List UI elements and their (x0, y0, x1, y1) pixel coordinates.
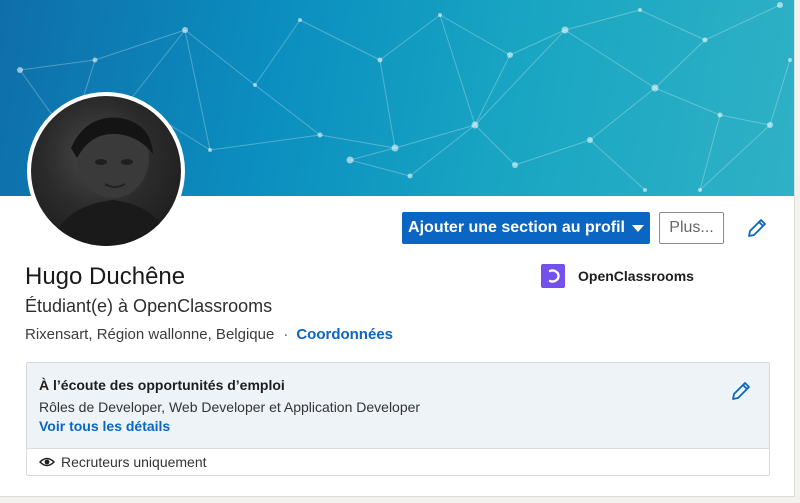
openclassrooms-logo-icon (548, 269, 560, 283)
open-to-work-card: À l’écoute des opportunités d’emploi Rôl… (26, 362, 770, 476)
profile-headline: Étudiant(e) à OpenClassrooms (25, 296, 273, 316)
divider (27, 448, 769, 449)
contact-info-link[interactable]: Coordonnées (296, 326, 393, 343)
profile-name: Hugo Duchêne (25, 263, 186, 290)
visibility-row: Recruteurs uniquement (39, 454, 207, 470)
add-profile-section-button[interactable]: Ajouter une section au profil (402, 212, 650, 244)
pencil-icon (732, 382, 750, 400)
current-company[interactable]: OpenClassrooms (541, 264, 694, 288)
visibility-label: Recruteurs uniquement (61, 454, 207, 470)
company-logo (541, 264, 565, 288)
separator-dot: · (283, 326, 289, 343)
company-name: OpenClassrooms (578, 268, 694, 284)
profile-location: Rixensart, Région wallonne, Belgique (25, 326, 275, 343)
open-to-work-roles: Rôles de Developer, Web Developer et App… (39, 399, 421, 415)
caret-down-icon (631, 224, 644, 232)
edit-open-to-work-button[interactable] (729, 379, 753, 403)
portrait-silhouette (51, 117, 171, 246)
open-to-work-details: À l’écoute des opportunités d’emploi Rôl… (27, 363, 769, 448)
pencil-icon (748, 219, 766, 237)
eye-icon (39, 457, 55, 467)
profile-photo[interactable] (27, 92, 185, 250)
add-profile-section-label: Ajouter une section au profil (408, 219, 625, 236)
avatar (31, 96, 181, 246)
edit-intro-button[interactable] (745, 216, 769, 240)
location-line: Rixensart, Région wallonne, Belgique · C… (25, 326, 393, 343)
profile-card: Ajouter une section au profil Plus... Hu… (0, 0, 795, 497)
open-to-work-title: À l’écoute des opportunités d’emploi (39, 377, 285, 393)
more-button[interactable]: Plus... (659, 212, 724, 244)
see-all-details-link[interactable]: Voir tous les détails (39, 418, 170, 434)
